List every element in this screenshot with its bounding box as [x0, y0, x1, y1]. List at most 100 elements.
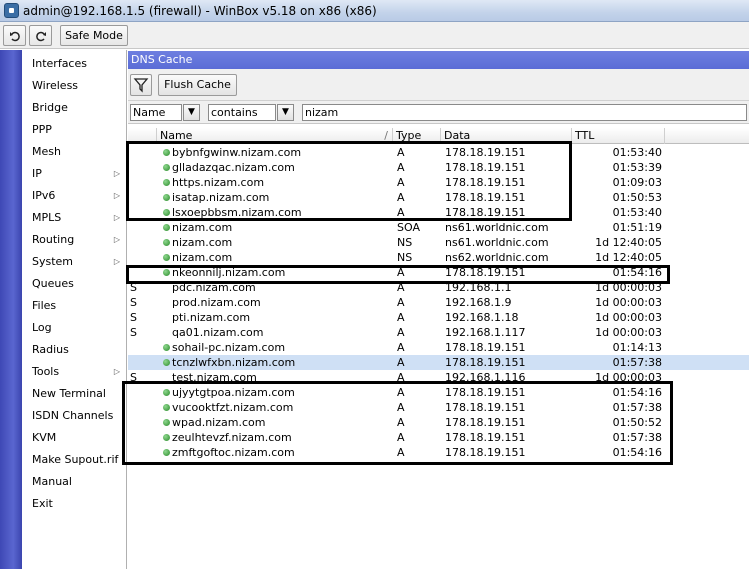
sidebar-item-log[interactable]: Log — [24, 317, 126, 339]
sidebar-item-label: Make Supout.rif — [32, 453, 119, 466]
cell-type: A — [397, 356, 405, 369]
filter-bar: Name ▼ contains ▼ nizam — [128, 101, 749, 124]
cell-flag — [130, 400, 150, 415]
cell-name: zmftgoftoc.nizam.com — [172, 446, 295, 459]
cell-flag — [130, 175, 150, 190]
table-row[interactable]: Sqa01.nizam.com A 192.168.1.117 1d 00:00:03 — [128, 325, 749, 340]
column-header-data[interactable]: Data — [441, 128, 572, 144]
sidebar-item-new-terminal[interactable]: New Terminal — [24, 383, 126, 405]
cell-flag — [130, 385, 150, 400]
cell-name: sohail-pc.nizam.com — [172, 341, 286, 354]
cell-flag — [130, 415, 150, 430]
column-header-type[interactable]: Type — [393, 128, 441, 144]
sidebar-item-system[interactable]: System ▷ — [24, 251, 126, 273]
table-row[interactable]: Spti.nizam.com A 192.168.1.18 1d 00:00:03 — [128, 310, 749, 325]
table-row[interactable]: nkeonnilj.nizam.com A 178.18.19.151 01:54:1… — [128, 265, 749, 280]
sidebar-item-ipv6[interactable]: IPv6 ▷ — [24, 185, 126, 207]
sidebar-item-mpls[interactable]: MPLS ▷ — [24, 207, 126, 229]
sidebar-item-interfaces[interactable]: Interfaces — [24, 53, 126, 75]
cell-data: 192.168.1.117 — [445, 326, 526, 339]
sidebar-item-queues[interactable]: Queues — [24, 273, 126, 295]
cell-data: 192.168.1.1 — [445, 281, 512, 294]
sidebar-item-exit[interactable]: Exit — [24, 493, 126, 515]
column-header-ttl[interactable]: TTL — [572, 128, 665, 144]
table-row[interactable]: tcnzlwfxbn.nizam.com A 178.18.19.151 01:57:… — [128, 355, 749, 370]
column-header-name[interactable]: Name / — [157, 128, 393, 144]
table-row[interactable]: nizam.com SOA ns61.worldnic.com 01:51:19 — [128, 220, 749, 235]
sidebar-item-wireless[interactable]: Wireless — [24, 75, 126, 97]
cell-data: 178.18.19.151 — [445, 206, 526, 219]
table-row[interactable]: https.nizam.com A 178.18.19.151 01:09:03 — [128, 175, 749, 190]
filter-field-dropdown-button[interactable]: ▼ — [183, 104, 200, 121]
cell-type: A — [397, 446, 405, 459]
flush-cache-button[interactable]: Flush Cache — [158, 74, 237, 96]
cell-data: 178.18.19.151 — [445, 416, 526, 429]
filter-operator-select[interactable]: contains — [208, 104, 276, 121]
cell-type: SOA — [397, 221, 420, 234]
sidebar-item-kvm[interactable]: KVM — [24, 427, 126, 449]
filter-button[interactable] — [130, 74, 152, 96]
sidebar-item-label: Radius — [32, 343, 69, 356]
cell-name: bybnfgwinw.nizam.com — [172, 146, 302, 159]
cell-ttl: 01:54:16 — [612, 266, 662, 279]
sidebar-item-isdn-channels[interactable]: ISDN Channels — [24, 405, 126, 427]
table-row[interactable]: Stest.nizam.com A 192.168.1.116 1d 00:00:03 — [128, 370, 749, 385]
table-row[interactable]: ujyytgtpoa.nizam.com A 178.18.19.151 01:54:… — [128, 385, 749, 400]
sidebar-item-radius[interactable]: Radius — [24, 339, 126, 361]
table-row[interactable]: sohail-pc.nizam.com A 178.18.19.151 01:14:1… — [128, 340, 749, 355]
cell-data: ns62.worldnic.com — [445, 251, 549, 264]
cell-data: ns61.worldnic.com — [445, 236, 549, 249]
cell-name: isatap.nizam.com — [172, 191, 270, 204]
table-row[interactable]: zmftgoftoc.nizam.com A 178.18.19.151 01:54:… — [128, 445, 749, 460]
filter-value-input[interactable]: nizam — [302, 104, 747, 121]
sidebar-item-make-supout-rif[interactable]: Make Supout.rif — [24, 449, 126, 471]
sidebar-item-bridge[interactable]: Bridge — [24, 97, 126, 119]
sidebar-item-routing[interactable]: Routing ▷ — [24, 229, 126, 251]
cell-flag — [130, 145, 150, 160]
dns-cache-table: Name / Type Data TTL bybnfgwinw.nizam.co… — [128, 128, 749, 569]
cell-type: A — [397, 191, 405, 204]
redo-button[interactable] — [29, 25, 52, 46]
table-row[interactable]: glladazqac.nizam.com A 178.18.19.151 01:53:… — [128, 160, 749, 175]
undo-icon — [9, 31, 20, 41]
table-row[interactable]: lsxoepbbsm.nizam.com A 178.18.19.151 01:53:… — [128, 205, 749, 220]
table-row[interactable]: nizam.com NS ns61.worldnic.com 1d 12:40:05 — [128, 235, 749, 250]
table-row[interactable]: nizam.com NS ns62.worldnic.com 1d 12:40:05 — [128, 250, 749, 265]
sidebar-item-files[interactable]: Files — [24, 295, 126, 317]
cell-type: A — [397, 311, 405, 324]
sidebar-item-manual[interactable]: Manual — [24, 471, 126, 493]
table-row[interactable]: Spdc.nizam.com A 192.168.1.1 1d 00:00:03 — [128, 280, 749, 295]
table-row[interactable]: vucooktfzt.nizam.com A 178.18.19.151 01:57:… — [128, 400, 749, 415]
table-row[interactable]: zeulhtevzf.nizam.com A 178.18.19.151 01:57:… — [128, 430, 749, 445]
cell-name: glladazqac.nizam.com — [172, 161, 295, 174]
sidebar-item-tools[interactable]: Tools ▷ — [24, 361, 126, 383]
table-row[interactable]: isatap.nizam.com A 178.18.19.151 01:50:53 — [128, 190, 749, 205]
title-bar: admin@192.168.1.5 (firewall) - WinBox v5… — [0, 0, 749, 22]
sidebar-item-ppp[interactable]: PPP — [24, 119, 126, 141]
cell-name: wpad.nizam.com — [172, 416, 266, 429]
sidebar-item-ip[interactable]: IP ▷ — [24, 163, 126, 185]
table-row[interactable]: Sprod.nizam.com A 192.168.1.9 1d 00:00:03 — [128, 295, 749, 310]
main-toolbar: Safe Mode — [0, 22, 749, 49]
cell-name: zeulhtevzf.nizam.com — [172, 431, 292, 444]
filter-operator-dropdown-button[interactable]: ▼ — [277, 104, 294, 121]
cell-type: A — [397, 296, 405, 309]
cell-type: A — [397, 281, 405, 294]
cell-ttl: 01:09:03 — [612, 176, 662, 189]
cell-ttl: 01:57:38 — [612, 356, 662, 369]
undo-button[interactable] — [3, 25, 26, 46]
cell-data: 178.18.19.151 — [445, 356, 526, 369]
cell-name: nizam.com — [172, 236, 233, 249]
submenu-arrow-icon: ▷ — [113, 213, 120, 222]
table-row[interactable]: wpad.nizam.com A 178.18.19.151 01:50:52 — [128, 415, 749, 430]
cell-ttl: 01:54:16 — [612, 386, 662, 399]
cell-flag: S — [130, 296, 137, 309]
sidebar-item-mesh[interactable]: Mesh — [24, 141, 126, 163]
cell-data: 178.18.19.151 — [445, 266, 526, 279]
safe-mode-button[interactable]: Safe Mode — [60, 25, 128, 46]
cell-name: https.nizam.com — [172, 176, 265, 189]
cell-type: A — [397, 161, 405, 174]
column-header-flag[interactable] — [128, 128, 157, 144]
table-row[interactable]: bybnfgwinw.nizam.com A 178.18.19.151 01:53:… — [128, 145, 749, 160]
filter-field-select[interactable]: Name — [130, 104, 182, 121]
